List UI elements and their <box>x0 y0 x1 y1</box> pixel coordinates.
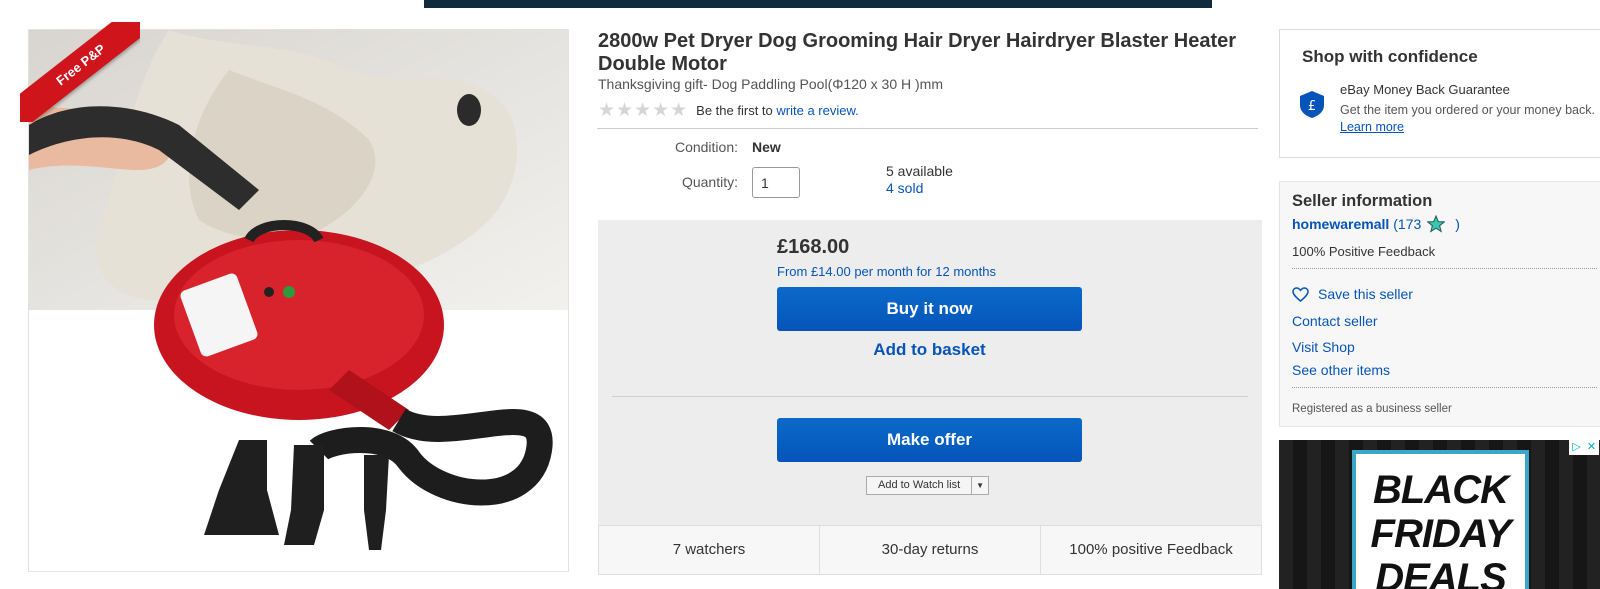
product-title: 2800w Pet Dryer Dog Grooming Hair Dryer … <box>598 30 1237 75</box>
visit-shop-link[interactable]: Visit Shop <box>1292 339 1355 355</box>
svg-text:£: £ <box>1308 99 1316 114</box>
seller-score-link[interactable]: (173 <box>1393 216 1421 232</box>
feedback-star-icon <box>1427 215 1446 233</box>
heart-icon <box>1292 286 1309 302</box>
seller-information-panel: Seller information homewaremall (173 ) 1… <box>1279 181 1600 427</box>
make-offer-button[interactable]: Make offer <box>777 418 1082 462</box>
available-count: 5 available <box>886 163 953 179</box>
top-banner <box>424 0 1212 8</box>
ad-line-1: BLACK <box>1373 468 1509 512</box>
guarantee-text: Get the item you ordered or your money b… <box>1340 103 1595 117</box>
add-to-watch-list-button[interactable]: Add to Watch list <box>866 476 973 495</box>
watch-list-control: Add to Watch list ▼ <box>866 476 990 495</box>
ad-line-2: FRIDAY <box>1370 512 1512 556</box>
condition-label: Condition: <box>674 139 738 155</box>
feedback-stat: 100% positive Feedback <box>1069 541 1233 558</box>
quantity-label: Quantity: <box>681 174 738 190</box>
black-friday-sign: BLACK FRIDAY DEALS <box>1352 450 1529 589</box>
ad-choices: ▷ ✕ <box>1569 440 1599 455</box>
contact-seller-link[interactable]: Contact seller <box>1292 313 1378 329</box>
close-icon[interactable]: ✕ <box>1584 440 1599 455</box>
seller-name-row: homewaremall (173 ) <box>1292 215 1460 233</box>
ad-choices-icon[interactable]: ▷ <box>1569 440 1584 455</box>
money-back-guarantee-text: Get the item you ordered or your money b… <box>1340 102 1600 136</box>
quantity-input[interactable] <box>752 167 800 198</box>
product-subtitle: Thanksgiving gift- Dog Paddling Pool(Φ12… <box>598 76 943 92</box>
returns-stat: 30-day returns <box>820 526 1041 574</box>
chevron-down-icon[interactable]: ▼ <box>972 476 990 495</box>
dotted-divider <box>1292 268 1597 269</box>
sold-count-link[interactable]: 4 sold <box>886 180 953 197</box>
price: £168.00 <box>777 236 850 258</box>
rating-stars-icon[interactable]: ★★★★★ <box>598 99 688 122</box>
availability: 5 available 4 sold <box>886 163 953 197</box>
business-seller-note: Registered as a business seller <box>1292 403 1452 415</box>
advertisement[interactable]: BLACK FRIDAY DEALS ▷ ✕ <box>1279 440 1600 589</box>
buy-box-divider <box>612 396 1248 397</box>
ad-line-3: DEALS <box>1375 556 1507 589</box>
condition-value: New <box>752 139 781 155</box>
free-postage-badge: Free P&P <box>20 22 140 122</box>
shop-with-confidence-panel: Shop with confidence £ eBay Money Back G… <box>1279 29 1600 158</box>
dotted-divider <box>1292 387 1597 388</box>
seller-score-close: ) <box>1455 216 1460 232</box>
save-seller-label: Save this seller <box>1318 286 1413 302</box>
confidence-title: Shop with confidence <box>1302 47 1478 66</box>
see-other-items-link[interactable]: See other items <box>1292 362 1390 378</box>
write-review-link[interactable]: write a review. <box>776 103 858 118</box>
monthly-payment-link[interactable]: From £14.00 per month for 12 months <box>777 264 996 279</box>
rating-row: ★★★★★ Be the first to write a review. <box>598 99 859 122</box>
stats-row: 7 watchers 30-day returns 100% positive … <box>598 525 1262 575</box>
seller-name-link[interactable]: homewaremall <box>1292 216 1389 232</box>
buy-now-button[interactable]: Buy it now <box>777 287 1082 331</box>
add-to-basket-button[interactable]: Add to basket <box>777 340 1082 360</box>
seller-title: Seller information <box>1292 192 1433 210</box>
shield-icon: £ <box>1300 91 1324 118</box>
free-postage-ribbon: Free P&P <box>20 22 140 122</box>
watchers-stat: 7 watchers <box>599 526 820 574</box>
money-back-guarantee-title: eBay Money Back Guarantee <box>1340 82 1510 97</box>
learn-more-link[interactable]: Learn more <box>1340 120 1404 134</box>
save-seller-link[interactable]: Save this seller <box>1292 286 1413 302</box>
divider <box>597 128 1258 129</box>
rating-prompt: Be the first to <box>696 103 773 118</box>
positive-feedback: 100% Positive Feedback <box>1292 244 1436 259</box>
